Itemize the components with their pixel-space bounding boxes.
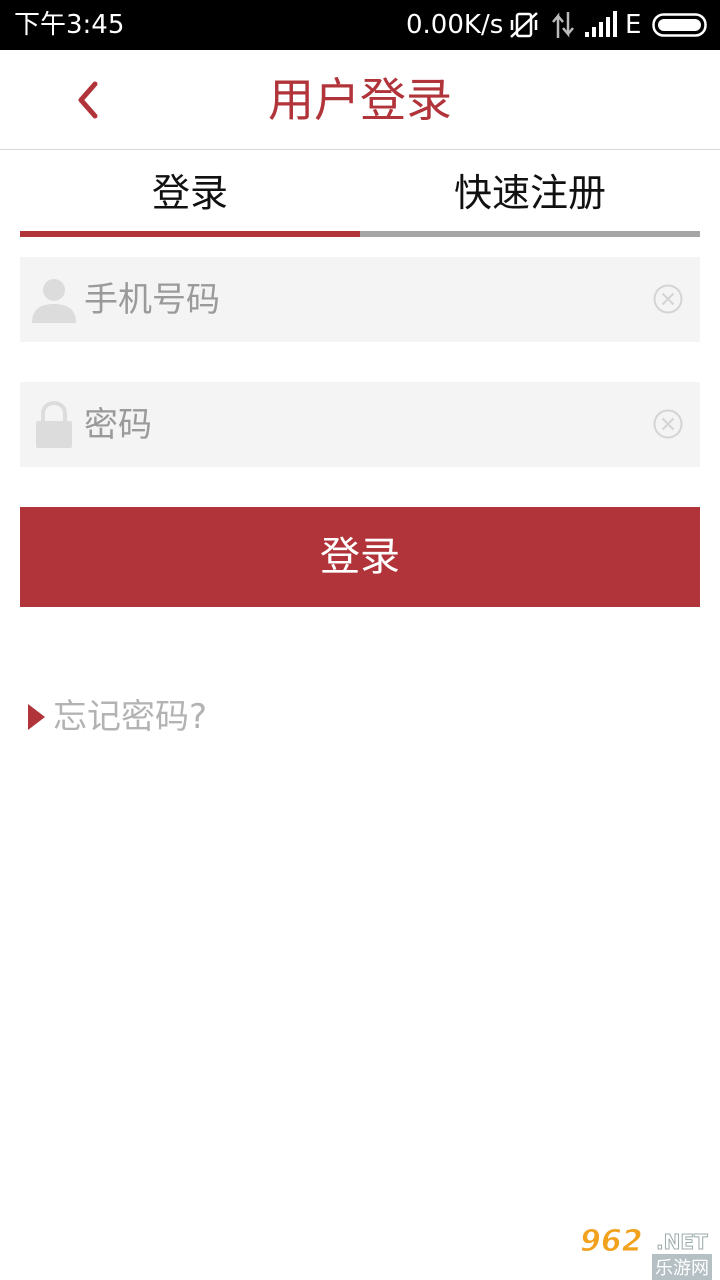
status-bar: 下午3:45 0.00K/s E: [0, 0, 720, 50]
forgot-password-link[interactable]: 忘记密码?: [28, 695, 207, 739]
login-button[interactable]: 登录: [20, 507, 700, 607]
signal-icon: [585, 11, 617, 37]
watermark-suffix: .NET: [656, 1230, 709, 1255]
page-title: 用户登录: [268, 73, 452, 127]
data-arrows-icon: [552, 12, 574, 38]
network-type: E: [625, 10, 642, 40]
tab-indicator-active: [20, 231, 360, 237]
watermark-sub: 乐游网: [652, 1254, 712, 1280]
triangle-right-icon: [28, 704, 45, 730]
phone-field: [20, 257, 700, 342]
watermark-main: 962: [580, 1224, 644, 1260]
battery-icon: [652, 13, 707, 37]
user-icon: [32, 279, 76, 323]
tab-quick-register[interactable]: 快速注册: [360, 151, 700, 237]
password-input[interactable]: [84, 382, 644, 467]
phone-input[interactable]: [84, 257, 644, 342]
status-network-speed: 0.00K/s: [406, 10, 504, 40]
watermark-logo: 962 .NET 乐游网: [580, 1224, 716, 1280]
password-field: [20, 382, 700, 467]
tab-indicator-inactive: [360, 231, 700, 237]
lock-icon: [36, 400, 72, 448]
status-time: 下午3:45: [14, 10, 125, 40]
header: 用户登录: [0, 50, 720, 150]
tab-login[interactable]: 登录: [20, 151, 360, 237]
clear-phone-icon[interactable]: [652, 283, 684, 315]
forgot-password-label: 忘记密码?: [53, 697, 208, 737]
tab-bar: 登录 快速注册: [20, 151, 700, 237]
mute-vibrate-icon: [510, 12, 538, 38]
clear-password-icon[interactable]: [652, 408, 684, 440]
